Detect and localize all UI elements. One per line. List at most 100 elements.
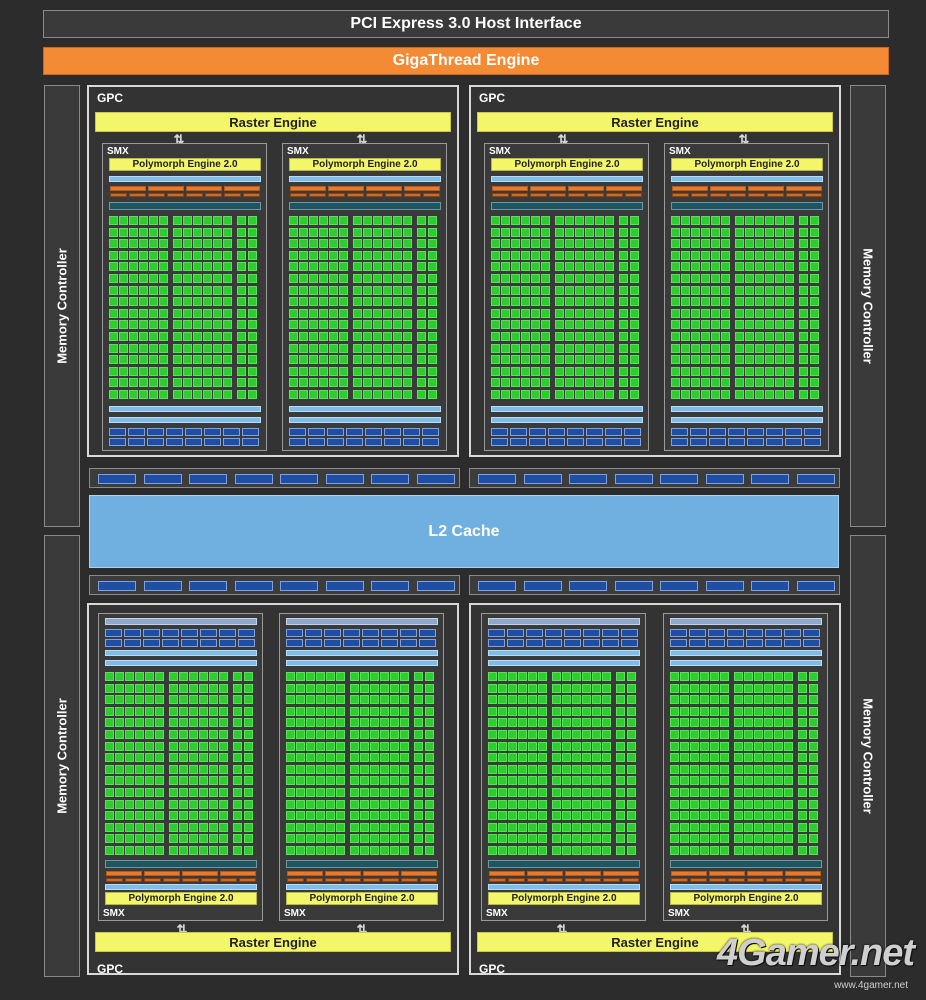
cuda-core [403, 250, 412, 260]
cuda-core [755, 366, 764, 376]
load-store-unit [708, 639, 725, 647]
cuda-core [425, 764, 434, 774]
cuda-core [501, 355, 510, 365]
cuda-core [169, 753, 178, 763]
cuda-core [711, 320, 720, 330]
memory-interface-block [416, 474, 455, 484]
load-store-unit [308, 428, 325, 436]
load-store-unit [324, 639, 341, 647]
cuda-core [363, 297, 372, 307]
cuda-core [671, 332, 680, 341]
cuda-core [671, 366, 680, 376]
register-file [109, 202, 261, 210]
dispatch-unit [691, 193, 708, 197]
cuda-core [149, 390, 158, 399]
raster-engine: Raster Engine [95, 112, 451, 132]
cuda-core [531, 297, 540, 307]
cuda-core [552, 672, 561, 681]
cuda-core [541, 355, 550, 365]
cuda-core [306, 741, 315, 751]
cuda-core [711, 250, 720, 260]
cuda-core [336, 788, 345, 797]
dispatch-unit [182, 878, 199, 882]
cuda-core [575, 308, 584, 318]
load-store-unit [219, 629, 236, 637]
cuda-core [199, 683, 208, 693]
cuda-core [244, 846, 253, 855]
cuda-core [619, 262, 628, 272]
cuda-core [488, 799, 497, 809]
cuda-core [336, 695, 345, 705]
cuda-core [360, 822, 369, 832]
cuda-core [491, 320, 500, 330]
memory-interface-block [325, 474, 364, 484]
cuda-core [690, 776, 699, 786]
cuda-core [296, 846, 305, 855]
cuda-core [680, 753, 689, 763]
cuda-core [417, 285, 426, 295]
warp-scheduler-unit [530, 186, 566, 191]
cuda-core [329, 250, 338, 260]
cuda-core [299, 343, 308, 353]
cuda-core [690, 846, 699, 855]
cuda-core [616, 695, 625, 705]
cuda-core [701, 390, 710, 399]
cuda-core [734, 741, 743, 751]
cuda-core [119, 308, 128, 318]
cuda-core [370, 730, 379, 739]
cuda-core [135, 672, 144, 681]
cuda-core [414, 799, 423, 809]
cuda-core [417, 355, 426, 365]
cuda-core [326, 764, 335, 774]
cuda-core [784, 753, 793, 763]
cuda-core [552, 730, 561, 739]
cuda-core [353, 227, 362, 237]
load-store-unit [624, 428, 641, 436]
cuda-core [203, 320, 212, 330]
cuda-core [562, 811, 571, 821]
cuda-core [115, 718, 124, 728]
cuda-core [671, 262, 680, 272]
cuda-core [199, 764, 208, 774]
cuda-core [671, 390, 680, 399]
cuda-core [306, 822, 315, 832]
cuda-core [754, 741, 763, 751]
dispatch-unit [672, 193, 689, 197]
cuda-core [326, 741, 335, 751]
watermark-url: www.4gamer.net [834, 980, 908, 991]
cuda-core [809, 799, 818, 809]
smx-bottom: Polymorph Engine 2.0 SMX [481, 613, 646, 921]
cuda-core [336, 846, 345, 855]
cuda-core [690, 764, 699, 774]
cuda-core [764, 706, 773, 716]
cuda-core [734, 788, 743, 797]
cuda-core [193, 285, 202, 295]
cuda-core [562, 822, 571, 832]
cuda-core [414, 718, 423, 728]
cuda-core [125, 753, 134, 763]
cuda-core [173, 239, 182, 249]
cuda-core [209, 741, 218, 751]
cuda-core [199, 799, 208, 809]
cuda-core [316, 741, 325, 751]
cuda-core [169, 730, 178, 739]
cuda-core [373, 227, 382, 237]
cuda-core [809, 695, 818, 705]
cuda-core [390, 706, 399, 716]
cuda-core [616, 788, 625, 797]
memory-interface-block [325, 581, 364, 591]
cuda-core [400, 822, 409, 832]
cuda-core [735, 355, 744, 365]
cuda-core [159, 227, 168, 237]
cuda-core [765, 332, 774, 341]
cuda-core [350, 764, 359, 774]
cuda-core [223, 308, 232, 318]
cuda-core [541, 285, 550, 295]
load-store-unit [586, 428, 603, 436]
warp-scheduler-unit [492, 186, 528, 191]
cuda-core [710, 788, 719, 797]
cuda-core [203, 297, 212, 307]
cuda-core [562, 753, 571, 763]
cuda-core [538, 822, 547, 832]
cuda-core [491, 378, 500, 388]
